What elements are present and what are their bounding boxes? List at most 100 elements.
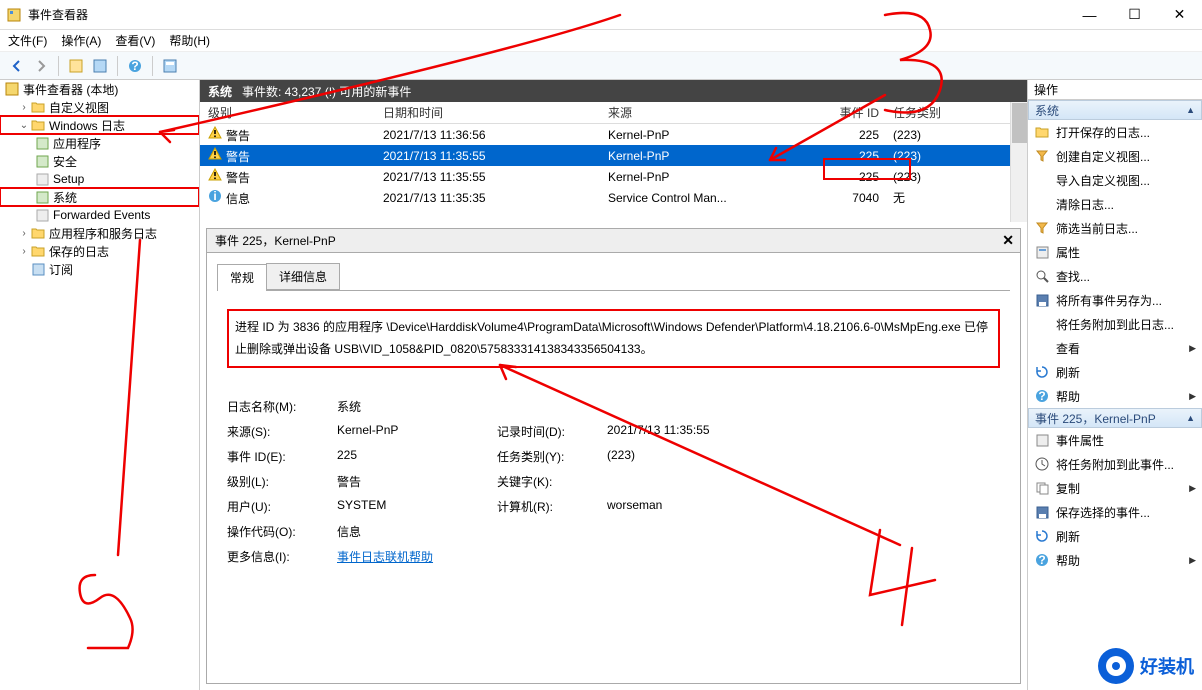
- expand-icon[interactable]: ›: [18, 228, 30, 239]
- tree-system[interactable]: 系统: [0, 188, 199, 206]
- warning-icon: [208, 147, 222, 161]
- action-find[interactable]: 查找...: [1028, 264, 1202, 288]
- event-table[interactable]: 级别 日期和时间 来源 事件 ID 任务类别 警告2021/7/13 11:36…: [200, 102, 1027, 222]
- tree-label: 安全: [53, 153, 77, 170]
- action-event-properties[interactable]: 事件属性: [1028, 428, 1202, 452]
- navigation-tree[interactable]: 事件查看器 (本地) › 自定义视图 ⌄ Windows 日志 应用程序 安全 …: [0, 80, 200, 690]
- action-filter-log[interactable]: 筛选当前日志...: [1028, 216, 1202, 240]
- action-refresh2[interactable]: 刷新: [1028, 524, 1202, 548]
- close-button[interactable]: ✕: [1157, 0, 1202, 29]
- help-icon: ?: [1034, 388, 1050, 404]
- detail-title: 事件 225，Kernel-PnP: [215, 232, 336, 249]
- tree-root-label: 事件查看器 (本地): [23, 81, 118, 98]
- action-help[interactable]: ?帮助▶: [1028, 384, 1202, 408]
- action-properties[interactable]: 属性: [1028, 240, 1202, 264]
- scrollbar-thumb[interactable]: [1012, 103, 1027, 143]
- prop-logged-key: 记录时间(D):: [497, 423, 607, 440]
- tree-label: Forwarded Events: [53, 208, 150, 222]
- col-category[interactable]: 任务类别: [885, 104, 1005, 121]
- tree-subscriptions[interactable]: › 订阅: [0, 260, 199, 278]
- tree-windows-logs[interactable]: ⌄ Windows 日志: [0, 116, 199, 134]
- chevron-right-icon: ▶: [1189, 391, 1196, 402]
- section-collapse-icon[interactable]: ▲: [1186, 105, 1195, 115]
- action-attach-task-event[interactable]: 将任务附加到此事件...: [1028, 452, 1202, 476]
- tree-setup[interactable]: Setup: [0, 170, 199, 188]
- action-save-selected[interactable]: 保存选择的事件...: [1028, 500, 1202, 524]
- info-icon: i: [208, 189, 222, 203]
- table-header[interactable]: 级别 日期和时间 来源 事件 ID 任务类别: [200, 102, 1027, 124]
- subscriptions-icon: [30, 262, 46, 277]
- action-open-saved-log[interactable]: 打开保存的日志...: [1028, 120, 1202, 144]
- tab-general[interactable]: 常规: [217, 264, 267, 291]
- actions-section-system[interactable]: 系统▲: [1028, 100, 1202, 120]
- minimize-button[interactable]: —: [1067, 0, 1112, 29]
- actions-header: 操作: [1028, 80, 1202, 100]
- prop-cat-val: (223): [607, 448, 807, 465]
- forward-button[interactable]: [30, 55, 52, 77]
- action-view[interactable]: 查看▶: [1028, 336, 1202, 360]
- online-help-link[interactable]: 事件日志联机帮助: [337, 550, 433, 564]
- task-icon: [1034, 456, 1050, 472]
- watermark-logo: [1098, 648, 1134, 684]
- preview-button[interactable]: [159, 55, 181, 77]
- tree-security[interactable]: 安全: [0, 152, 199, 170]
- prop-eid-key: 事件 ID(E):: [227, 448, 337, 465]
- section-collapse-icon[interactable]: ▲: [1186, 413, 1195, 423]
- collapse-icon[interactable]: ⌄: [18, 120, 30, 131]
- filter-icon: [1034, 148, 1050, 164]
- tree-forwarded[interactable]: Forwarded Events: [0, 206, 199, 224]
- tree-root[interactable]: 事件查看器 (本地): [0, 80, 199, 98]
- copy-icon: [1034, 480, 1050, 496]
- table-row[interactable]: 警告2021/7/13 11:35:55Kernel-PnP225(223): [200, 166, 1027, 187]
- open-folder-icon: [1034, 124, 1050, 140]
- export-button[interactable]: [89, 55, 111, 77]
- action-refresh[interactable]: 刷新: [1028, 360, 1202, 384]
- tree-application[interactable]: 应用程序: [0, 134, 199, 152]
- menu-action[interactable]: 操作(A): [61, 32, 101, 49]
- log-icon: [34, 190, 50, 205]
- col-date[interactable]: 日期和时间: [375, 104, 600, 121]
- menu-file[interactable]: 文件(F): [8, 32, 47, 49]
- toolbar: ?: [0, 52, 1202, 80]
- actions-section-event[interactable]: 事件 225，Kernel-PnP▲: [1028, 408, 1202, 428]
- expand-icon[interactable]: ›: [18, 246, 30, 257]
- properties-icon: [1034, 244, 1050, 260]
- action-import-custom-view[interactable]: 导入自定义视图...: [1028, 168, 1202, 192]
- tree-custom-views[interactable]: › 自定义视图: [0, 98, 199, 116]
- table-row[interactable]: 警告2021/7/13 11:35:55Kernel-PnP225(223): [200, 145, 1027, 166]
- tree-app-service-logs[interactable]: › 应用程序和服务日志: [0, 224, 199, 242]
- maximize-button[interactable]: ☐: [1112, 0, 1157, 29]
- action-clear-log[interactable]: 清除日志...: [1028, 192, 1202, 216]
- action-attach-task-log[interactable]: 将任务附加到此日志...: [1028, 312, 1202, 336]
- action-create-custom-view[interactable]: 创建自定义视图...: [1028, 144, 1202, 168]
- action-help2[interactable]: ?帮助▶: [1028, 548, 1202, 572]
- detail-header: 事件 225，Kernel-PnP ✕: [207, 229, 1020, 253]
- prop-eid-val: 225: [337, 448, 497, 465]
- close-detail-button[interactable]: ✕: [1002, 232, 1014, 249]
- expand-icon[interactable]: ›: [18, 102, 30, 113]
- tab-details[interactable]: 详细信息: [266, 263, 340, 290]
- event-message: 进程 ID 为 3836 的应用程序 \Device\HarddiskVolum…: [227, 309, 1000, 368]
- table-row[interactable]: i信息2021/7/13 11:35:35Service Control Man…: [200, 187, 1027, 208]
- chevron-right-icon: ▶: [1189, 555, 1196, 566]
- window-title: 事件查看器: [28, 6, 1067, 23]
- show-hide-tree-button[interactable]: [65, 55, 87, 77]
- help-button[interactable]: ?: [124, 55, 146, 77]
- menu-view[interactable]: 查看(V): [115, 32, 155, 49]
- back-button[interactable]: [6, 55, 28, 77]
- tree-saved-logs[interactable]: › 保存的日志: [0, 242, 199, 260]
- prop-opcode-key: 操作代码(O):: [227, 523, 337, 540]
- log-icon: [34, 172, 50, 187]
- action-copy[interactable]: 复制▶: [1028, 476, 1202, 500]
- prop-user-key: 用户(U):: [227, 498, 337, 515]
- col-event-id[interactable]: 事件 ID: [815, 104, 885, 121]
- col-level[interactable]: 级别: [200, 104, 375, 121]
- action-save-all[interactable]: 将所有事件另存为...: [1028, 288, 1202, 312]
- filter-icon: [1034, 220, 1050, 236]
- watermark: 好装机: [1098, 648, 1194, 684]
- vertical-scrollbar[interactable]: [1010, 102, 1027, 222]
- event-properties-grid: 日志名称(M): 系统 来源(S): Kernel-PnP 记录时间(D): 2…: [227, 398, 1000, 565]
- table-row[interactable]: 警告2021/7/13 11:36:56Kernel-PnP225(223): [200, 124, 1027, 145]
- col-source[interactable]: 来源: [600, 104, 815, 121]
- menu-help[interactable]: 帮助(H): [169, 32, 210, 49]
